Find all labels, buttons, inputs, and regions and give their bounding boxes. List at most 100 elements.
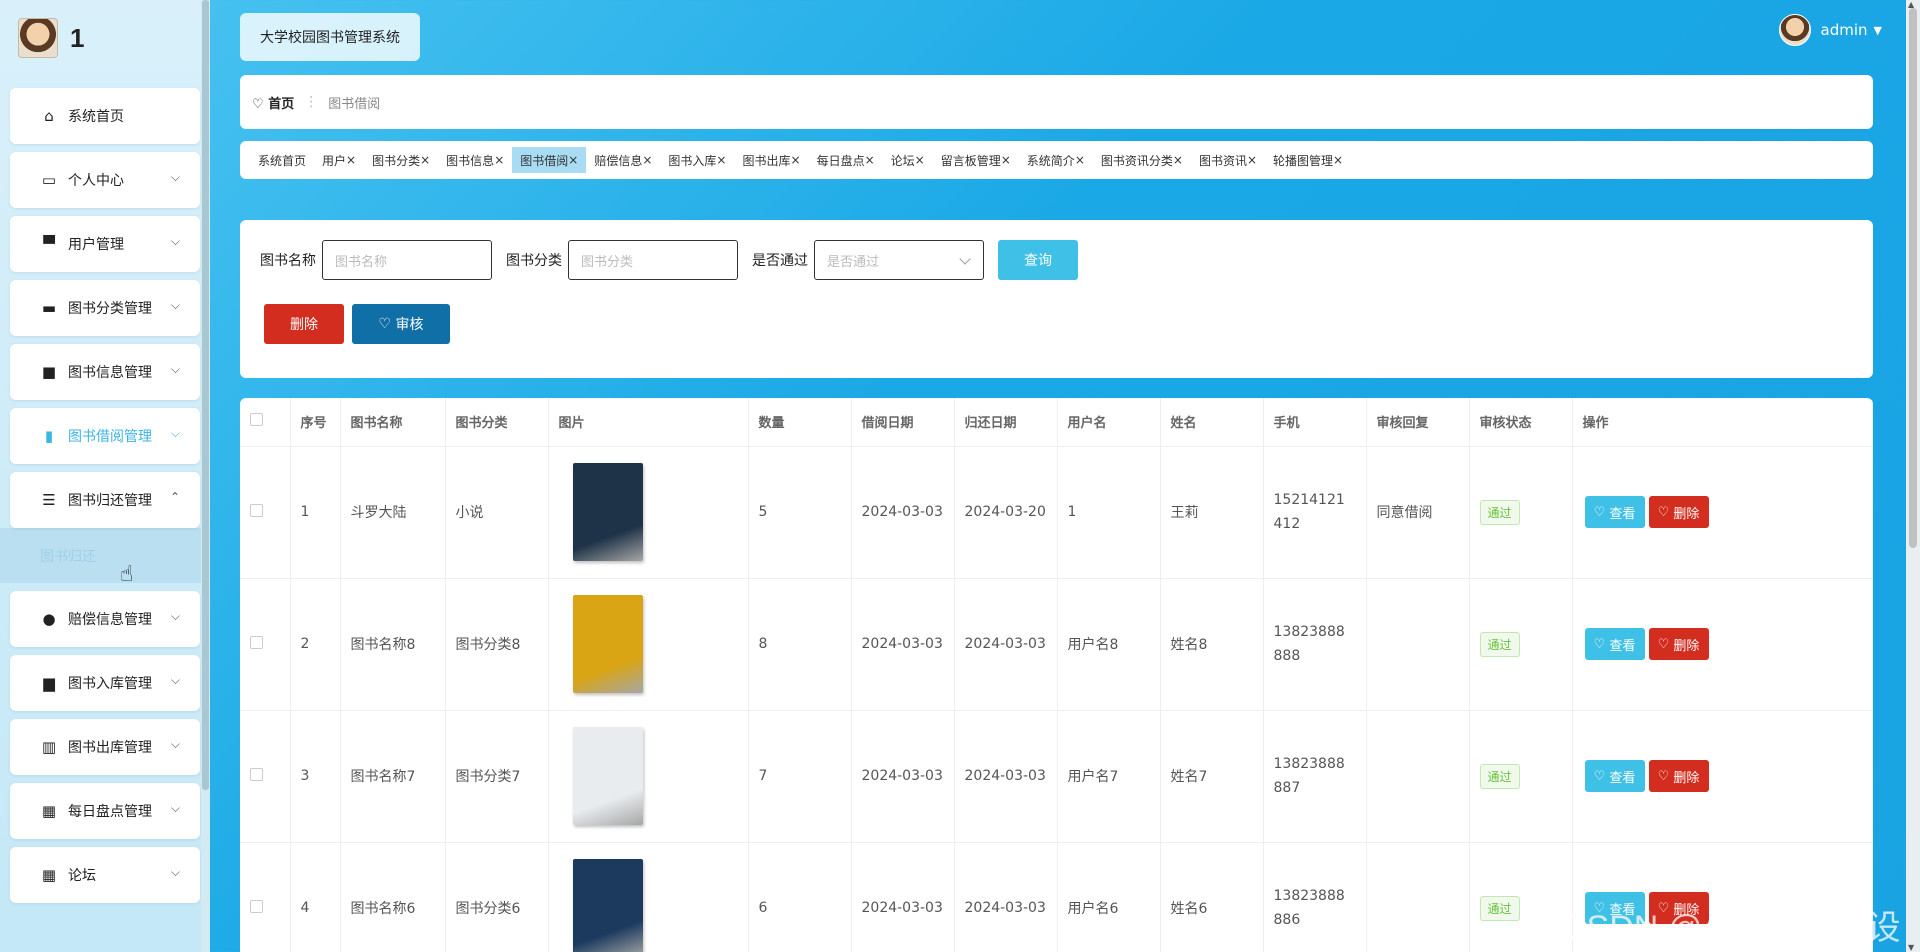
search-field-category: 图书分类 图书分类 [506,240,738,280]
sidebar-item-book-category[interactable]: ▬ 图书分类管理 ⌵ [10,280,200,336]
tab-item[interactable]: 图书分类 × [364,147,438,173]
submenu-label: 图书归还 [40,548,96,565]
view-button[interactable]: ♡ 查看 [1584,760,1645,792]
close-icon[interactable]: × [716,153,726,167]
sidebar-item-stock-in[interactable]: ▆ 图书入库管理 ⌵ [10,655,200,711]
select-all-checkbox[interactable] [250,413,263,427]
phone-text: 13823888887 [1273,756,1345,796]
submenu-item-return[interactable]: 图书归还 [0,528,210,583]
user-avatar [1778,14,1811,46]
view-button-label: 查看 [1609,770,1636,786]
chevron-down-icon: ⌵ [170,170,180,184]
book-cover-image [572,595,643,693]
tab-item[interactable]: 图书资讯 × [1191,147,1265,173]
column-header: 图书名称 [340,398,446,447]
close-icon[interactable]: × [865,153,875,167]
close-icon[interactable]: × [420,153,430,167]
view-button[interactable]: ♡ 查看 [1584,628,1645,660]
row-delete-button[interactable]: ♡ 删除 [1648,760,1709,792]
close-icon[interactable]: × [1173,153,1183,167]
delete-button[interactable]: 删除 [264,304,344,344]
search-panel: 图书名称 图书名称 图书分类 图书分类 是否通过 是否通过 查询 删除 ♡ 审核 [240,220,1873,378]
column-header: 图书分类 [445,398,549,447]
heart-icon: ♡ [1657,636,1674,652]
sidebar-item-stock-out[interactable]: ▥ 图书出库管理 ⌵ [10,719,200,775]
tab-item[interactable]: 论坛 × [883,147,933,173]
close-icon[interactable]: × [791,153,801,167]
page-scrollbar[interactable]: ▲ ▼ [1906,0,1920,952]
tab-label: 图书借阅 [520,153,569,168]
tab-label: 图书入库 [668,153,717,168]
sidebar-item-inventory[interactable]: ▦ 每日盘点管理 ⌵ [10,783,200,839]
tab-item[interactable]: 图书入库 × [660,147,734,173]
tab-item[interactable]: 轮播图管理 × [1265,147,1351,173]
column-header: 审核回复 [1366,398,1470,447]
query-button[interactable]: 查询 [998,240,1078,280]
sidebar-item-home[interactable]: ⌂ 系统首页 [10,88,200,144]
tab-item[interactable]: 留言板管理 × [933,147,1019,173]
username: admin [1820,21,1868,39]
scroll-down-icon[interactable]: ▼ [1908,943,1914,952]
close-icon[interactable]: × [1075,153,1085,167]
tab-item[interactable]: 图书信息 × [438,147,512,173]
sidebar-item-compensation[interactable]: ● 赔偿信息管理 ⌵ [10,591,200,647]
close-icon[interactable]: × [1333,153,1343,167]
row-checkbox[interactable] [250,635,263,649]
heart-icon: ♡ [1657,768,1674,784]
book-name-input[interactable]: 图书名称 [322,240,492,280]
close-icon[interactable]: × [1001,153,1011,167]
close-icon[interactable]: × [346,153,356,167]
row-checkbox[interactable] [250,899,263,913]
cell-realname: 姓名7 [1160,710,1264,843]
sidebar-item-borrow[interactable]: ▮ 图书借阅管理 ⌵ [10,408,200,464]
view-button[interactable]: ♡ 查看 [1584,496,1645,528]
close-icon[interactable]: × [494,153,504,167]
row-checkbox[interactable] [250,767,263,781]
close-icon[interactable]: × [1247,153,1257,167]
cell-book-name: 图书名称6 [340,842,446,952]
tab-item[interactable]: 图书资讯分类 × [1093,147,1191,173]
row-delete-button[interactable]: ♡ 删除 [1648,496,1709,528]
column-header: 审核状态 [1469,398,1573,447]
tab-item[interactable]: 每日盘点 × [809,147,883,173]
sidebar-item-return[interactable]: ☰ 图书归还管理 ⌃ [10,472,200,528]
tab-item[interactable]: 赔偿信息 × [586,147,660,173]
breadcrumb-home[interactable]: ♡ 首页 [252,93,294,112]
tab-label: 论坛 [890,153,915,168]
book-category-input[interactable]: 图书分类 [568,240,738,280]
cell-image [548,578,749,711]
close-icon[interactable]: × [642,153,652,167]
tab-label: 图书分类 [372,153,421,168]
cell-return-date: 2024-03-03 [954,842,1058,952]
close-icon[interactable]: × [915,153,925,167]
phone-text: 13823888888 [1273,624,1345,664]
passed-select[interactable]: 是否通过 [814,240,984,280]
tab-item[interactable]: 图书借阅 × [512,147,587,173]
sidebar-item-users[interactable]: ▀ 用户管理 ⌵ [10,216,200,272]
sidebar-scrollbar[interactable] [201,0,210,952]
avatar [18,18,58,58]
tab-item[interactable]: 系统首页 [250,147,314,173]
cell-qty: 8 [748,578,852,711]
tab-label: 系统首页 [258,153,307,168]
cell-no: 1 [290,446,341,579]
tab-item[interactable]: 图书出库 × [734,147,808,173]
cell-qty: 6 [748,842,852,952]
row-delete-button[interactable]: ♡ 删除 [1648,628,1709,660]
user-menu[interactable]: admin ▼ [1778,14,1882,46]
tab-item[interactable]: 用户 × [314,147,364,173]
cell-image [548,710,749,843]
select-all-checkbox-cell [240,398,291,447]
tab-item[interactable]: 系统简介 × [1019,147,1093,173]
row-checkbox[interactable] [250,503,263,517]
audit-button[interactable]: ♡ 审核 [352,304,450,344]
close-icon[interactable]: × [568,153,578,167]
sidebar-item-label: 图书入库管理 [68,676,152,692]
breadcrumb-home-label: 首页 [268,96,295,112]
grid-icon: ▦ [41,802,57,820]
sidebar-item-book-info[interactable]: ■ 图书信息管理 ⌵ [10,344,200,400]
sidebar-item-forum[interactable]: ▦ 论坛 ⌵ [10,847,200,903]
cell-return-date: 2024-03-03 [954,710,1058,843]
sidebar-item-personal-center[interactable]: ▭ 个人中心 ⌵ [10,152,200,208]
column-header: 序号 [290,398,341,447]
